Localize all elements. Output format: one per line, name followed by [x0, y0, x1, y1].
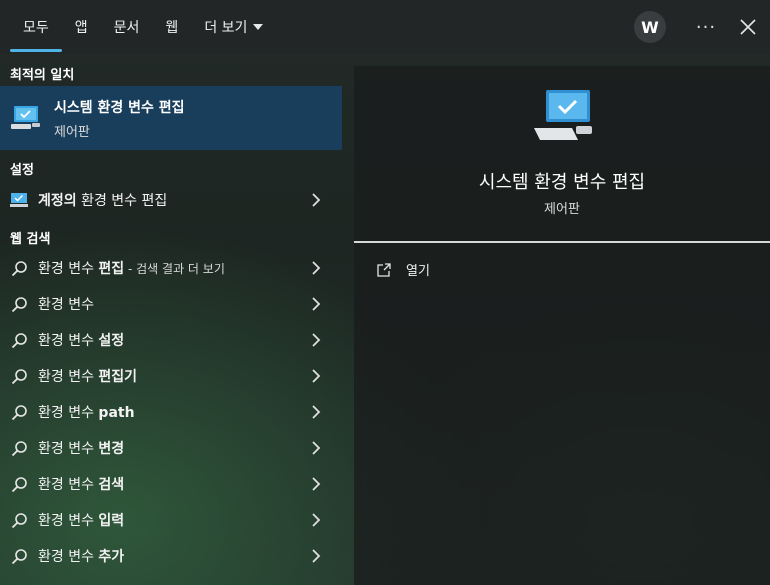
web-search-item[interactable]: 환경 변수 검색: [0, 466, 342, 502]
tab-more-label: 더 보기: [204, 20, 248, 36]
chevron-right-icon: [312, 297, 321, 311]
web-item-plain: 환경 변수: [38, 441, 99, 457]
web-item-bold: 입력: [98, 513, 125, 529]
web-item-bold: 설정: [98, 333, 125, 349]
web-item-suffix: - 검색 결과 더 보기: [124, 262, 225, 276]
chevron-right-icon: [312, 369, 321, 383]
settings-item-bold: 계정의: [38, 193, 77, 209]
search-icon: [10, 331, 28, 349]
preview-divider: [354, 241, 770, 243]
web-search-item[interactable]: 환경 변수 편집 - 검색 결과 더 보기: [0, 250, 342, 286]
more-options-button[interactable]: ···: [686, 7, 726, 47]
open-action[interactable]: 열기: [376, 260, 430, 279]
header-actions: W ···: [634, 0, 770, 54]
web-search-item[interactable]: 환경 변수: [0, 286, 342, 322]
web-item-plain: 환경 변수: [38, 261, 99, 277]
web-item-bold: 검색: [98, 477, 125, 493]
caret-down-icon: [253, 24, 264, 30]
web-item-plain: 환경 변수: [38, 297, 94, 313]
web-search-item[interactable]: 환경 변수 편집기: [0, 358, 342, 394]
chevron-right-icon: [312, 261, 321, 275]
web-item-plain: 환경 변수: [38, 513, 99, 529]
results-list: 최적의 일치 시스템 환경 변수 편집 제어판 설정 계정의 환경 변수 편집 …: [0, 54, 342, 585]
web-item-bold: path: [98, 405, 135, 421]
web-search-item[interactable]: 환경 변수 변경: [0, 430, 342, 466]
web-item-bold: 변경: [98, 441, 125, 457]
web-item-plain: 환경 변수: [38, 549, 99, 565]
account-initial: W: [641, 17, 659, 37]
web-search-heading: 웹 검색: [10, 232, 51, 247]
web-search-item[interactable]: 환경 변수 추가: [0, 538, 342, 574]
tab-documents-label: 문서: [113, 20, 140, 36]
computer-check-icon: [10, 191, 28, 209]
account-avatar[interactable]: W: [634, 11, 666, 43]
preview-panel: 시스템 환경 변수 편집 제어판 열기: [354, 66, 770, 585]
chevron-right-icon: [312, 405, 321, 419]
open-label: 열기: [406, 264, 430, 279]
search-icon: [10, 367, 28, 385]
close-button[interactable]: [728, 7, 768, 47]
search-icon: [10, 547, 28, 565]
settings-item-account-env[interactable]: 계정의 환경 변수 편집: [0, 182, 342, 218]
chevron-right-icon: [312, 333, 321, 347]
web-search-item[interactable]: 환경 변수 path: [0, 394, 342, 430]
web-item-bold: 편집: [98, 261, 125, 277]
web-item-plain: 환경 변수: [38, 333, 99, 349]
search-icon: [10, 295, 28, 313]
open-external-icon: [377, 262, 391, 277]
close-icon: [740, 19, 756, 35]
web-search-item[interactable]: 환경 변수 설정: [0, 322, 342, 358]
computer-settings-icon: [11, 106, 40, 129]
chevron-right-icon: [312, 549, 321, 563]
web-item-bold: 추가: [98, 549, 125, 565]
preview-title: 시스템 환경 변수 편집: [478, 172, 646, 193]
tab-all-label: 모두: [23, 20, 49, 36]
tab-apps[interactable]: 앱: [62, 0, 101, 54]
tab-documents[interactable]: 문서: [101, 0, 153, 54]
computer-settings-icon: [534, 90, 592, 140]
search-icon: [10, 511, 28, 529]
tab-web[interactable]: 웹: [152, 0, 191, 54]
chevron-right-icon: [312, 477, 321, 491]
best-match-item[interactable]: 시스템 환경 변수 편집 제어판: [0, 86, 342, 150]
chevron-right-icon: [312, 193, 321, 207]
best-match-subtitle: 제어판: [54, 124, 90, 140]
best-match-heading: 최적의 일치: [10, 68, 75, 83]
search-icon: [10, 439, 28, 457]
filter-tabs: 모두 앱 문서 웹 더 보기: [0, 0, 276, 54]
search-icon: [10, 475, 28, 493]
search-header: 모두 앱 문서 웹 더 보기 W ···: [0, 0, 770, 54]
web-item-plain: 환경 변수: [38, 477, 99, 493]
tab-more[interactable]: 더 보기: [191, 0, 276, 54]
settings-heading: 설정: [10, 163, 34, 178]
tab-apps-label: 앱: [74, 20, 88, 36]
web-item-bold: 편집기: [98, 369, 138, 385]
chevron-right-icon: [312, 441, 321, 455]
web-search-item[interactable]: 환경 변수 입력: [0, 502, 342, 538]
preview-subtitle: 제어판: [544, 202, 580, 217]
search-icon: [10, 259, 28, 277]
chevron-right-icon: [312, 513, 321, 527]
settings-item-rest: 환경 변수 편집: [76, 193, 168, 209]
tab-all[interactable]: 모두: [10, 0, 62, 54]
web-item-plain: 환경 변수: [38, 405, 99, 421]
best-match-title: 시스템 환경 변수 편집: [54, 99, 185, 116]
more-options-icon: ···: [695, 16, 717, 38]
search-icon: [10, 403, 28, 421]
tab-web-label: 웹: [165, 20, 179, 36]
web-item-plain: 환경 변수: [38, 369, 99, 385]
